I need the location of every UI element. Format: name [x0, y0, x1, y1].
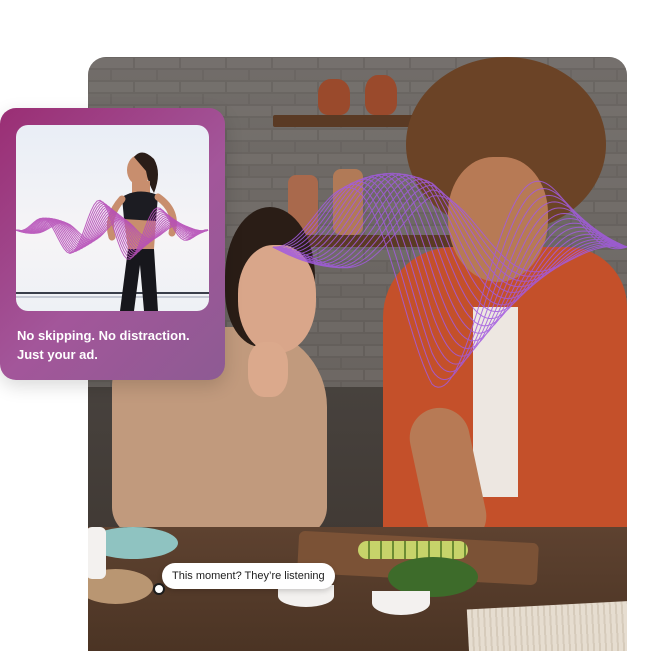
woman-right-face	[448, 157, 548, 282]
bamboo-mat	[466, 600, 627, 651]
listening-bubble-text: This moment? They’re listening	[172, 570, 325, 582]
bowl	[372, 591, 430, 615]
jar	[318, 79, 350, 115]
jar	[365, 75, 397, 115]
circle-dot-icon	[153, 583, 165, 595]
woman-right-tank-top	[473, 307, 518, 497]
avocado-slices	[358, 541, 468, 559]
ad-thumbnail-image	[16, 125, 209, 311]
woman-left-face	[238, 245, 316, 353]
woman-left-hand	[248, 342, 288, 397]
ad-caption-line-2: Just your ad.	[17, 347, 98, 362]
runner-illustration	[16, 152, 209, 311]
cup	[88, 527, 106, 579]
ad-card: No skipping. No distraction. Just your a…	[0, 108, 225, 380]
listening-bubble: This moment? They’re listening	[162, 563, 335, 589]
jar	[333, 169, 363, 235]
ad-caption-line-1: No skipping. No distraction.	[17, 328, 190, 343]
ad-caption: No skipping. No distraction. Just your a…	[17, 326, 212, 364]
